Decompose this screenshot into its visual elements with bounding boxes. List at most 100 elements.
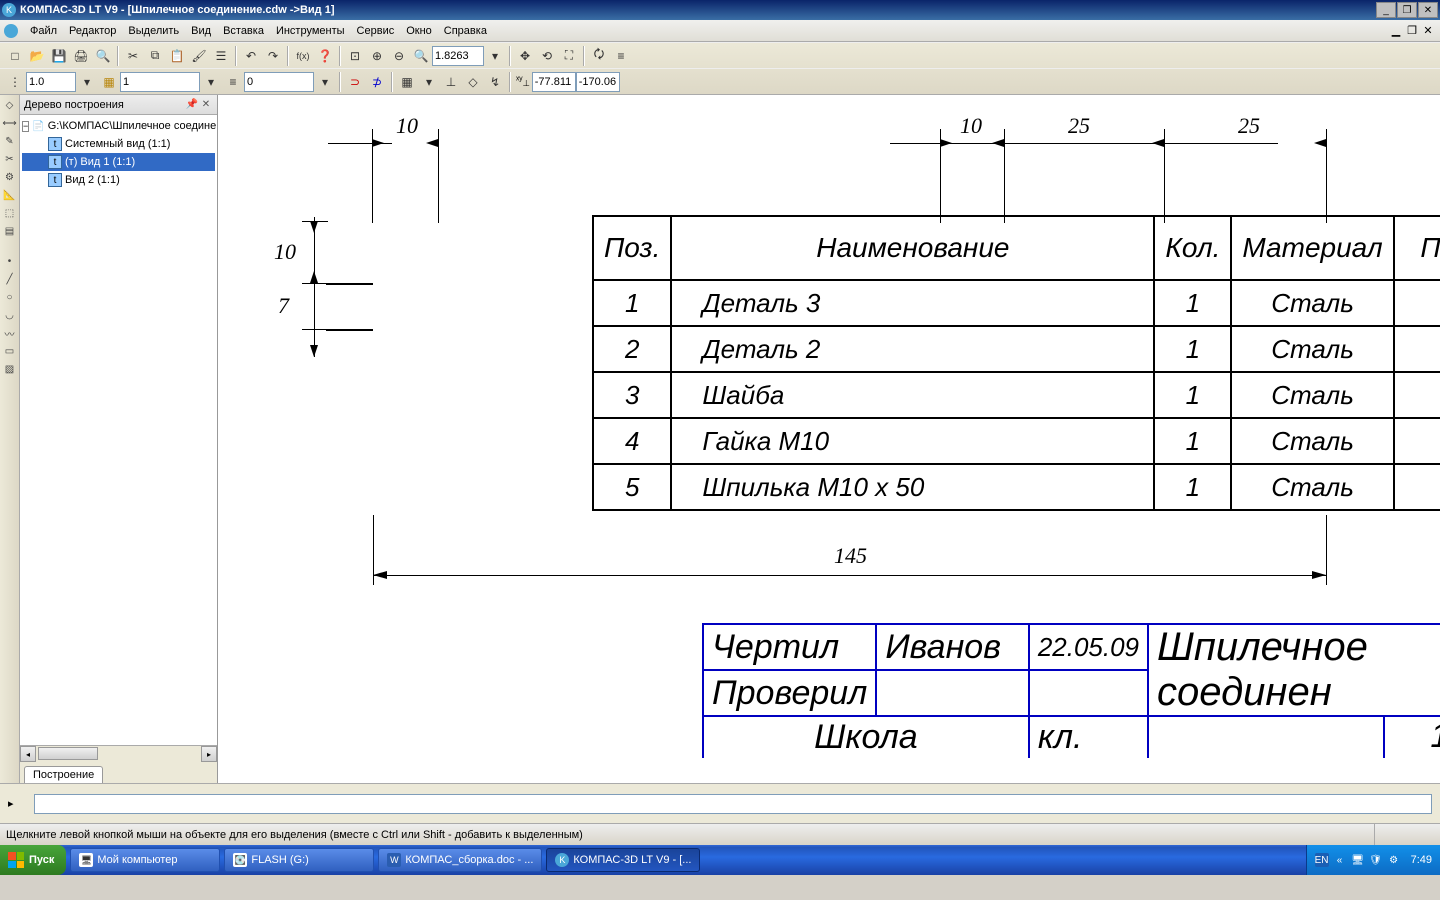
zoom-input[interactable] xyxy=(432,46,484,66)
lang-indicator[interactable]: EN xyxy=(1315,853,1329,867)
scroll-right-icon[interactable]: ▸ xyxy=(201,746,217,762)
magnet-on-icon[interactable]: ⊃ xyxy=(344,71,366,93)
snap-icon[interactable]: ◇ xyxy=(462,71,484,93)
tray-icon[interactable]: 🛡 xyxy=(1369,853,1383,867)
mdi-close-button[interactable]: ✕ xyxy=(1420,24,1436,38)
taskbar-button[interactable]: 💽FLASH (G:) xyxy=(224,848,374,872)
tree-node-view1[interactable]: t (т) Вид 1 (1:1) xyxy=(22,153,215,171)
zoom-out-icon[interactable]: ⊖ xyxy=(388,45,410,67)
taskbar-button[interactable]: WКОМПАС_сборка.doc - ... xyxy=(378,848,542,872)
print-icon[interactable]: 🖨 xyxy=(70,45,92,67)
line-icon[interactable]: ╱ xyxy=(2,271,18,287)
restore-button[interactable]: ❐ xyxy=(1397,2,1417,18)
properties-icon[interactable]: ☰ xyxy=(210,45,232,67)
edit-icon[interactable]: ✂ xyxy=(2,151,18,167)
preview-icon[interactable]: 🔍 xyxy=(92,45,114,67)
drawing-canvas[interactable]: 10 10 25 25 10 7 Поз. Наименование Ко xyxy=(218,95,1440,783)
circle-icon[interactable]: ○ xyxy=(2,289,18,305)
zoom-window-icon[interactable]: ⊡ xyxy=(344,45,366,67)
collapse-icon[interactable]: − xyxy=(22,121,29,132)
menu-window[interactable]: Окно xyxy=(400,23,438,39)
open-icon[interactable]: 📂 xyxy=(26,45,48,67)
style-input[interactable] xyxy=(244,72,314,92)
tree-tab[interactable]: Построение xyxy=(24,766,103,783)
menu-insert[interactable]: Вставка xyxy=(217,23,270,39)
spec-icon[interactable]: ▤ xyxy=(2,223,18,239)
style-dropdown-icon[interactable]: ▾ xyxy=(314,71,336,93)
save-icon[interactable]: 💾 xyxy=(48,45,70,67)
menu-select[interactable]: Выделить xyxy=(122,23,185,39)
taskbar-button[interactable]: 🖥Мой компьютер xyxy=(70,848,220,872)
menu-edit[interactable]: Редактор xyxy=(63,23,122,39)
zoom-prev-icon[interactable]: ⟲ xyxy=(536,45,558,67)
tray-icon[interactable]: ⚙ xyxy=(1387,853,1401,867)
format-painter-icon[interactable]: 🖌 xyxy=(188,45,210,67)
hatch-icon[interactable]: ▨ xyxy=(2,361,18,377)
grid-dropdown-icon[interactable]: ▾ xyxy=(418,71,440,93)
clock[interactable]: 7:49 xyxy=(1411,854,1432,866)
spline-icon[interactable]: 〰 xyxy=(2,325,18,341)
zoom-dropdown-icon[interactable]: ▾ xyxy=(484,45,506,67)
command-input[interactable] xyxy=(34,794,1432,814)
local-cs-icon[interactable]: ↯ xyxy=(484,71,506,93)
separator xyxy=(235,46,237,66)
layer-input[interactable] xyxy=(120,72,200,92)
zoom-fit-icon[interactable]: ⛶ xyxy=(558,45,580,67)
menu-tools[interactable]: Инструменты xyxy=(270,23,351,39)
params-icon[interactable]: ⚙ xyxy=(2,169,18,185)
tree-close-icon[interactable]: ✕ xyxy=(199,98,213,112)
scroll-thumb[interactable] xyxy=(38,747,98,760)
cut-icon[interactable]: ✂ xyxy=(122,45,144,67)
taskbar-button-active[interactable]: KКОМПАС-3D LT V9 - [... xyxy=(546,848,700,872)
mdi-minimize-button[interactable]: ▁ xyxy=(1388,24,1404,38)
layer-manager-icon[interactable]: ▦ xyxy=(98,71,120,93)
select-tool-icon[interactable]: ⬚ xyxy=(2,205,18,221)
pin-icon[interactable]: 📌 xyxy=(185,98,199,112)
tray-icon[interactable]: 🖥 xyxy=(1351,853,1365,867)
tray-expand-icon[interactable]: « xyxy=(1333,853,1347,867)
dimensions-icon[interactable]: ⟷ xyxy=(2,115,18,131)
layers-icon[interactable]: ≡ xyxy=(610,45,632,67)
geometry-icon[interactable]: ◇ xyxy=(2,97,18,113)
paste-icon[interactable]: 📋 xyxy=(166,45,188,67)
magnet-off-icon[interactable]: ⊅ xyxy=(366,71,388,93)
tree-root[interactable]: − 📄 G:\КОМПАС\Шпилечное соединен xyxy=(22,117,215,135)
zoom-in-icon[interactable]: ⊕ xyxy=(366,45,388,67)
coord-x-input[interactable] xyxy=(532,72,576,92)
close-button[interactable]: ✕ xyxy=(1418,2,1438,18)
mdi-restore-button[interactable]: ❐ xyxy=(1404,24,1420,38)
menu-view[interactable]: Вид xyxy=(185,23,217,39)
menu-help[interactable]: Справка xyxy=(438,23,493,39)
new-icon[interactable]: □ xyxy=(4,45,26,67)
layer-dropdown-icon[interactable]: ▾ xyxy=(200,71,222,93)
help-cursor-icon[interactable]: ❓ xyxy=(314,45,336,67)
start-button[interactable]: Пуск xyxy=(0,845,66,875)
scroll-left-icon[interactable]: ◂ xyxy=(20,746,36,762)
grid-icon[interactable]: ▦ xyxy=(396,71,418,93)
point-icon[interactable]: • xyxy=(2,253,18,269)
variables-icon[interactable]: f(x) xyxy=(292,45,314,67)
refresh-icon[interactable]: 🗘 xyxy=(588,45,610,67)
scale-input[interactable] xyxy=(26,72,76,92)
minimize-button[interactable]: _ xyxy=(1376,2,1396,18)
pan-icon[interactable]: ✥ xyxy=(514,45,536,67)
tree-node-system-view[interactable]: t Системный вид (1:1) xyxy=(22,135,215,153)
style-manager-icon[interactable]: ≡ xyxy=(222,71,244,93)
annotations-icon[interactable]: ✎ xyxy=(2,133,18,149)
ortho-icon[interactable]: ⊥ xyxy=(440,71,462,93)
zoom-scale-icon[interactable]: 🔍 xyxy=(410,45,432,67)
scale-dropdown-icon[interactable]: ▾ xyxy=(76,71,98,93)
menu-service[interactable]: Сервис xyxy=(351,23,401,39)
tree-hscrollbar[interactable]: ◂ ▸ xyxy=(20,745,217,761)
rect-icon[interactable]: ▭ xyxy=(2,343,18,359)
measure-icon[interactable]: 📐 xyxy=(2,187,18,203)
arc-icon[interactable]: ◡ xyxy=(2,307,18,323)
copy-icon[interactable]: ⧉ xyxy=(144,45,166,67)
grip-icon[interactable]: ⋮ xyxy=(4,71,26,93)
tree-node-view2[interactable]: t Вид 2 (1:1) xyxy=(22,171,215,189)
coord-y-input[interactable] xyxy=(576,72,620,92)
undo-icon[interactable]: ↶ xyxy=(240,45,262,67)
menu-file[interactable]: Файл xyxy=(24,23,63,39)
cmd-arrow-icon[interactable]: ▸ xyxy=(8,797,14,810)
redo-icon[interactable]: ↷ xyxy=(262,45,284,67)
